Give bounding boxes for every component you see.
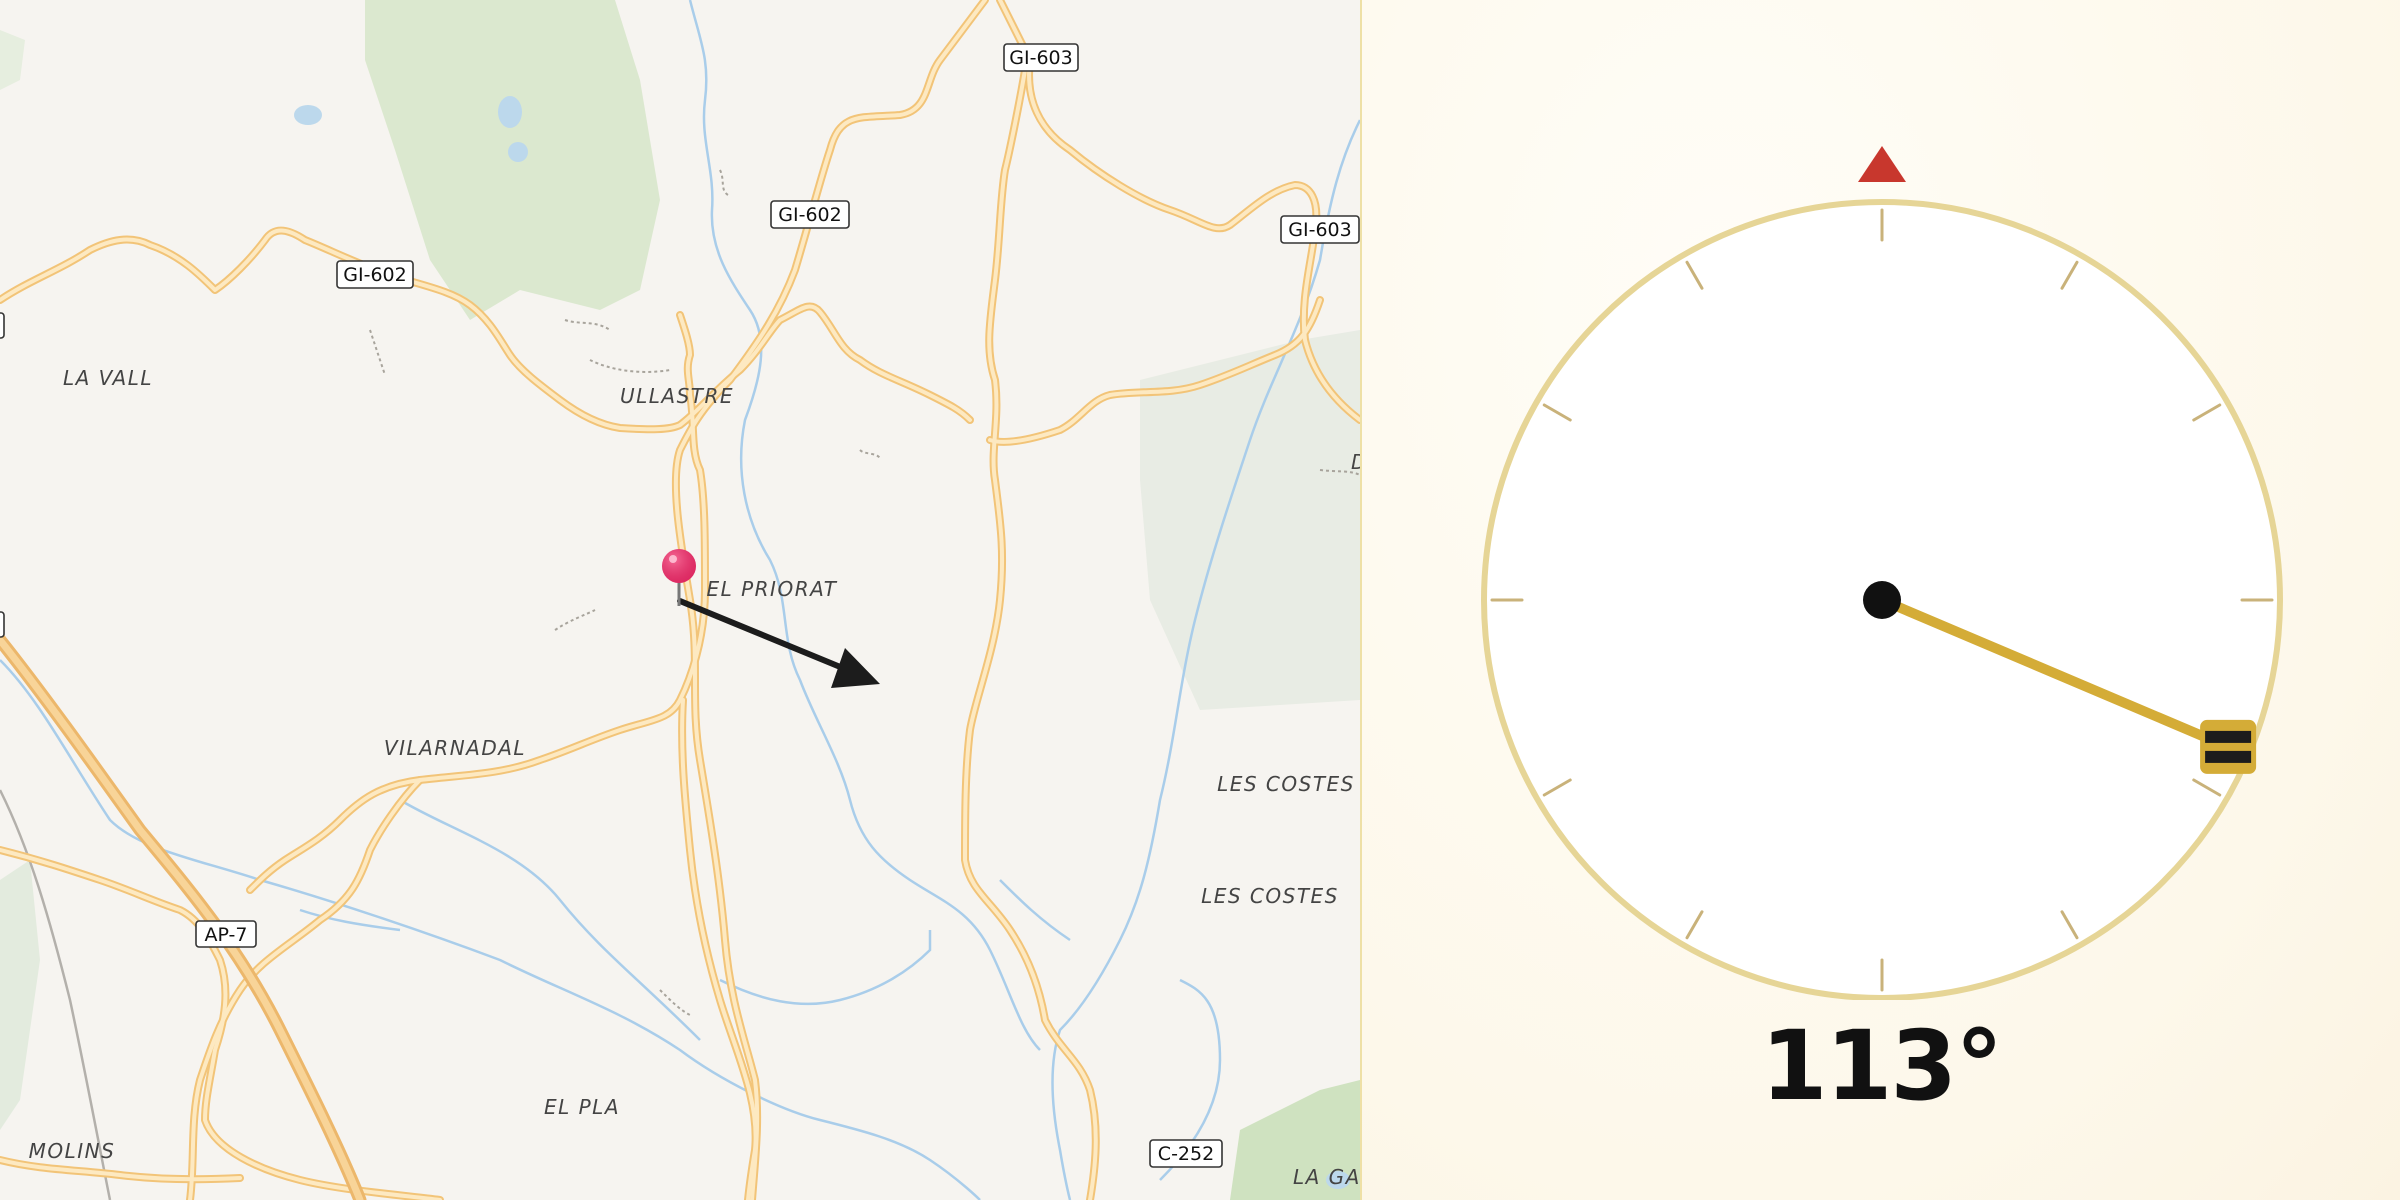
svg-text:GI-602: GI-602	[778, 204, 841, 226]
place-label: VILARNADAL	[384, 736, 526, 760]
svg-text:GI-602: GI-602	[343, 264, 406, 286]
compass-dial	[1481, 146, 2283, 1000]
road-shield-clipped	[0, 611, 5, 638]
place-label: ULLASTRE	[620, 384, 734, 408]
needle-handle-icon[interactable]	[2200, 719, 2257, 774]
road-shield: GI-602	[336, 260, 414, 289]
svg-text:GI-603: GI-603	[1288, 219, 1351, 241]
place-label: EL PRIORAT	[706, 577, 837, 601]
motorway	[0, 633, 367, 1200]
place-label: D	[1351, 450, 1360, 474]
needle-pivot	[1863, 581, 1901, 619]
heading-readout: 113°	[1760, 1010, 2003, 1122]
road-shield: GI-603	[1280, 215, 1360, 244]
road-shield: GI-603	[1003, 43, 1079, 72]
svg-text:C-252: C-252	[1158, 1143, 1214, 1165]
map-canvas: GI-603 GI-602 GI-602 GI-603 AP-7 C-252 L…	[0, 0, 1360, 1200]
direction-arrow	[677, 598, 880, 688]
place-label: LES COSTES	[1201, 884, 1339, 908]
place-label: EL PLA	[544, 1095, 620, 1119]
pond	[294, 105, 322, 125]
place-label: MOLINS	[29, 1139, 116, 1163]
place-label: LA GAR	[1293, 1165, 1360, 1189]
svg-text:GI-603: GI-603	[1009, 47, 1072, 69]
forest-area	[0, 30, 25, 90]
svg-text:AP-7: AP-7	[205, 924, 248, 946]
road-shield-clipped	[0, 312, 5, 339]
place-label: LES COSTES	[1217, 772, 1355, 796]
road-shield: AP-7	[195, 920, 257, 948]
road-shield: GI-602	[770, 200, 850, 229]
north-marker-icon	[1858, 146, 1906, 182]
road-shield: C-252	[1149, 1139, 1223, 1168]
compass-panel: 113°	[1362, 0, 2400, 1200]
forest-area	[0, 860, 40, 1130]
pond	[508, 142, 528, 162]
place-label: LA VALL	[63, 366, 153, 390]
pond	[498, 96, 522, 128]
map-view[interactable]: GI-603 GI-602 GI-602 GI-603 AP-7 C-252 L…	[0, 0, 1360, 1200]
